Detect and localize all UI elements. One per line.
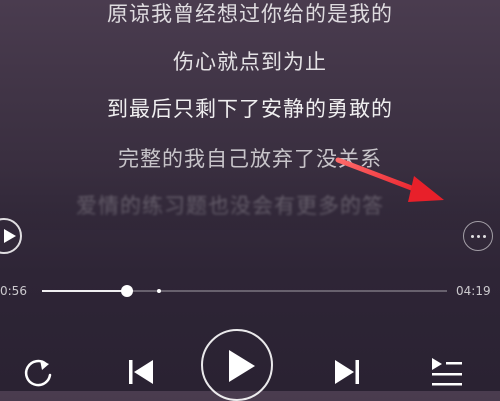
play-icon: [4, 229, 16, 243]
previous-button[interactable]: [127, 358, 155, 386]
lyric-line: 伤心就点到为止: [173, 50, 327, 74]
more-icon: [470, 234, 474, 238]
more-options-button[interactable]: [463, 221, 493, 251]
play-icon: [229, 350, 255, 382]
total-time: 04:19: [456, 284, 491, 298]
play-button[interactable]: [201, 329, 273, 401]
lyric-line-current: 到最后只剩下了安静的勇敢的: [107, 97, 393, 121]
red-arrow-annotation-icon: [335, 157, 444, 202]
lyric-line: 原谅我曾经想过你给的是我的: [107, 2, 393, 26]
progress-thumb[interactable]: [121, 285, 134, 297]
buffer-marker: [157, 289, 162, 293]
current-time: 0:56: [0, 284, 27, 298]
progress-fill: [42, 290, 128, 292]
progress-slider[interactable]: [42, 285, 447, 297]
playlist-button[interactable]: [430, 356, 464, 390]
repeat-icon[interactable]: [22, 358, 56, 388]
side-play-button[interactable]: [0, 218, 22, 254]
next-button[interactable]: [333, 358, 361, 386]
